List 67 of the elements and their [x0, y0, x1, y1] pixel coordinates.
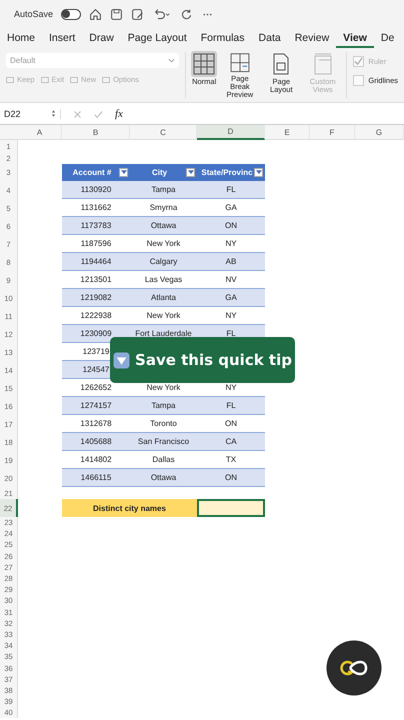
filter-button[interactable] [119, 168, 128, 177]
table-cell: 1130920 [62, 181, 130, 199]
table-cell: 1466115 [62, 469, 130, 487]
table-cell: GA [197, 289, 265, 307]
view-icon [191, 51, 218, 77]
table-cell: San Francisco [130, 433, 197, 451]
summary-value-cell[interactable] [197, 499, 265, 517]
checkmark-icon [354, 57, 364, 66]
sheet-view-dropdown[interactable]: Default [6, 53, 180, 68]
table-cell: Ottawa [130, 469, 197, 487]
window-icon [6, 76, 14, 84]
filter-button[interactable] [254, 168, 263, 177]
column-header[interactable]: E [265, 125, 310, 140]
ribbon-tab[interactable]: Review [288, 28, 336, 48]
ribbon-tab[interactable]: Formulas [194, 28, 252, 48]
table-cell: ON [197, 469, 265, 487]
logo-icon [326, 640, 382, 696]
column-header[interactable]: B [62, 125, 130, 140]
table-header-cell: State/Provinc [197, 164, 265, 181]
window-icon [40, 76, 49, 84]
autosave-label: AutoSave [14, 9, 54, 19]
column-header[interactable]: A [18, 125, 62, 140]
ribbon-tab[interactable]: Home [0, 28, 42, 48]
column-header[interactable]: C [130, 125, 197, 140]
function-button[interactable]: fx [115, 108, 123, 120]
save-icon[interactable] [110, 8, 124, 20]
table-cell: CA [197, 433, 265, 451]
ribbon-tab[interactable]: View [336, 28, 374, 48]
ribbon-tab[interactable]: Data [252, 28, 288, 48]
redo-icon[interactable] [180, 8, 194, 20]
table-cell: 1173783 [62, 217, 130, 235]
autosave-toggle[interactable] [61, 8, 82, 20]
table-cell: 1194464 [62, 253, 130, 271]
ribbon-tab[interactable]: Page Layout [120, 28, 194, 48]
summary-label: Distinct city names [62, 499, 197, 517]
table-cell: ON [197, 217, 265, 235]
table-header-cell: Account # [62, 164, 130, 181]
table-cell: Calgary [130, 253, 197, 271]
table-cell: 1274157 [62, 397, 130, 415]
table-cell: 1405688 [62, 433, 130, 451]
tip-banner: Save this quick tip [110, 337, 295, 383]
edit-document-icon[interactable] [131, 8, 144, 20]
window-icon [70, 76, 78, 84]
ribbon-tab[interactable]: Insert [42, 28, 82, 48]
name-box[interactable]: D22 [0, 109, 61, 119]
chevron-down-icon [168, 58, 176, 63]
home-icon[interactable] [89, 8, 102, 20]
table-cell: Atlanta [130, 289, 197, 307]
table-cell: AB [197, 253, 265, 271]
table-cell: Ottawa [130, 217, 197, 235]
table-cell: FL [197, 397, 265, 415]
column-header[interactable]: D [197, 125, 265, 140]
table-cell: Tampa [130, 181, 197, 199]
ribbon-tab[interactable]: De [374, 28, 402, 48]
table-cell: FL [197, 181, 265, 199]
table-header-cell: City [130, 164, 197, 181]
column-header[interactable]: G [355, 125, 404, 140]
column-header[interactable]: F [310, 125, 355, 140]
filter-button[interactable] [186, 168, 195, 177]
table-cell: 1219082 [62, 289, 130, 307]
spinner-icon[interactable] [51, 109, 56, 118]
table-cell: Tampa [130, 397, 197, 415]
ribbon-tab[interactable]: Draw [82, 28, 121, 48]
undo-icon[interactable] [152, 8, 172, 20]
check-icon[interactable] [94, 110, 103, 118]
table-cell: 1230909 [62, 325, 130, 343]
window-icon [102, 76, 110, 84]
